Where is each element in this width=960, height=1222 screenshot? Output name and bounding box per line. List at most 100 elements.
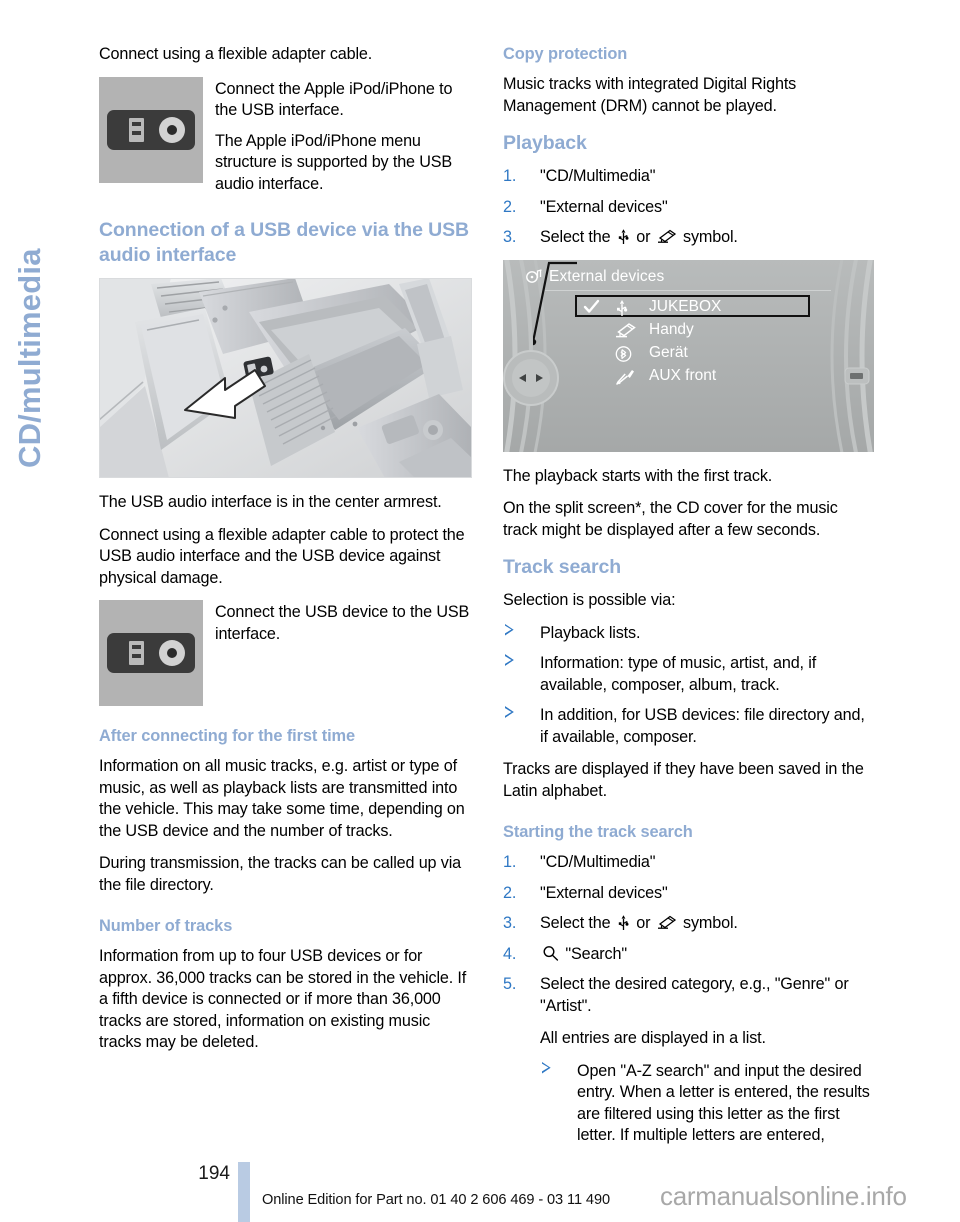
usb-icon: [617, 228, 630, 245]
usb-icon: [617, 914, 630, 931]
playback-step-3: Select the or symbol.: [503, 227, 876, 249]
triangle-bullet-icon: [542, 1062, 551, 1074]
chapter-tab: CD/multimedia: [0, 0, 70, 1222]
bullet-text: Information: type of music, artist, and,…: [540, 654, 817, 694]
heading-track-search: Track search: [503, 556, 622, 578]
para-all-entries: All entries are displayed in a list.: [540, 1029, 766, 1047]
search-step-3: Select the or symbol.: [503, 913, 876, 935]
playback-step-3-mid: or: [636, 228, 651, 246]
search-step-2: "External devices": [503, 883, 876, 905]
search-step-4: "Search": [503, 944, 876, 966]
fig-ipod-line-2: The Apple iPod/iPhone menu structure is …: [215, 131, 453, 193]
list-item: Playback lists.: [503, 623, 876, 645]
para-protect-damage: Connect using a flexible adapter cable t…: [99, 525, 465, 587]
list-item: In addition, for USB devices: file direc…: [503, 705, 876, 748]
para-split-screen: On the split screen*, the CD cover for t…: [503, 499, 838, 539]
watermark: carmanualsonline.info: [660, 1181, 907, 1211]
idrive-device-list: JUKEBOX Handy Gerät AUX front: [579, 297, 811, 389]
figure-usb-text: Connect the USB device to the USB interf…: [215, 600, 472, 654]
idrive-title-rule: [545, 289, 831, 291]
center-armrest-photo: [99, 278, 472, 478]
footer-accent-bar: [238, 1162, 250, 1222]
search-icon: [542, 945, 559, 962]
heading-playback: Playback: [503, 132, 587, 154]
phone-icon: [657, 229, 677, 245]
search-step-1: "CD/Multimedia": [503, 852, 876, 874]
idrive-list-item-aux-front[interactable]: AUX front: [579, 366, 811, 389]
usb-aux-port-illustration: [99, 76, 203, 183]
page-number: 194: [198, 1163, 230, 1184]
triangle-bullet-icon: [505, 706, 514, 718]
search-step-4-text: "Search": [565, 944, 627, 963]
playback-step-1-text: "CD/Multimedia": [540, 167, 656, 185]
search-step-3-mid: or: [636, 914, 651, 932]
left-column: Connect using a flexible adapter cable. …: [99, 44, 472, 1065]
idrive-item-label: JUKEBOX: [649, 297, 722, 315]
para-latin-alphabet: Tracks are displayed if they have been s…: [503, 760, 864, 800]
idrive-list-item-jukebox[interactable]: JUKEBOX: [579, 297, 811, 320]
idrive-external-devices-screen: External devices JUKEBOX Handy Gerät AUX…: [503, 259, 874, 452]
para-first-time-1: Information on all music tracks, e.g. ar…: [99, 757, 465, 840]
footer-edition-text: Online Edition for Part no. 01 40 2 606 …: [262, 1192, 610, 1208]
heading-after-first-connect: After connecting for the first time: [99, 727, 356, 745]
triangle-bullet-icon: [505, 624, 514, 636]
bluetooth-icon: [615, 345, 632, 363]
search-step-1-text: "CD/Multimedia": [540, 853, 656, 871]
playback-steps: "CD/Multimedia" "External devices" Selec…: [503, 166, 876, 249]
heading-connection-usb: Connection of a USB device via the USB a…: [99, 219, 470, 266]
fig-ipod-line-1: Connect the Apple iPod/iPhone to the USB…: [215, 79, 453, 120]
para-selection-possible: Selection is possible via:: [503, 591, 676, 609]
bullet-text: Open "A-Z search" and input the desired …: [577, 1061, 870, 1145]
playback-step-2-text: "External devices": [540, 197, 668, 216]
playback-step-3-post: symbol.: [683, 228, 738, 246]
manual-page: CD/multimedia Connect using a flexible a…: [0, 0, 960, 1222]
bullet-text: Playback lists.: [540, 623, 641, 642]
search-step-3-pre: Select the: [540, 914, 611, 932]
phone-icon: [657, 915, 677, 931]
bullet-text: In addition, for USB devices: file direc…: [540, 706, 865, 746]
aux-jack-icon: [159, 640, 185, 666]
heading-copy-protection: Copy protection: [503, 45, 628, 63]
search-step-3-post: symbol.: [683, 914, 738, 932]
para-copy-protection: Music tracks with integrated Digital Rig…: [503, 75, 797, 115]
heading-number-of-tracks: Number of tracks: [99, 917, 233, 935]
playback-step-2: "External devices": [503, 197, 876, 219]
fig-usb-line-1: Connect the USB device to the USB interf…: [215, 603, 470, 643]
usb-aux-port-illustration: [99, 600, 203, 706]
figure-ipod-connect: Connect the Apple iPod/iPhone to the USB…: [99, 76, 472, 205]
usb-slot-icon: [129, 117, 144, 142]
search-step-5: Select the desired category, e.g., "Genr…: [503, 974, 876, 1017]
idrive-item-label: AUX front: [649, 366, 717, 384]
para-playback-starts: The playback starts with the first track…: [503, 466, 773, 485]
para-number-of-tracks: Information from up to four USB devices …: [99, 947, 467, 1051]
idrive-list-item-handy[interactable]: Handy: [579, 320, 811, 343]
callout-leader-line: [533, 261, 577, 345]
idrive-item-label: Handy: [649, 320, 694, 338]
selection-bullet-list: Playback lists. Information: type of mus…: [503, 623, 876, 749]
list-item: Information: type of music, artist, and,…: [503, 653, 876, 696]
playback-step-3-pre: Select the: [540, 228, 611, 246]
track-search-steps: "CD/Multimedia" "External devices" Selec…: [503, 852, 876, 1017]
check-icon: [583, 298, 600, 315]
search-step-5-text: Select the desired category, e.g., "Genr…: [540, 975, 849, 1015]
idrive-list-item-geraet[interactable]: Gerät: [579, 343, 811, 366]
search-step-2-text: "External devices": [540, 883, 668, 902]
playback-step-1: "CD/Multimedia": [503, 166, 876, 188]
right-column: Copy protection Music tracks with integr…: [503, 44, 876, 1158]
aux-jack-icon: [159, 116, 185, 143]
az-search-bullet-list: Open "A-Z search" and input the desired …: [540, 1061, 876, 1147]
usb-icon: [615, 299, 629, 317]
idrive-item-label: Gerät: [649, 343, 688, 361]
intro-paragraph: Connect using a flexible adapter cable.: [99, 45, 373, 63]
triangle-bullet-icon: [505, 654, 514, 666]
heading-starting-track-search: Starting the track search: [503, 823, 693, 841]
para-armrest-location: The USB audio interface is in the center…: [99, 493, 442, 511]
chapter-tab-label: CD/multimedia: [12, 248, 47, 468]
usb-slot-icon: [129, 641, 144, 665]
figure-ipod-text: Connect the Apple iPod/iPhone to the USB…: [215, 77, 472, 205]
phone-icon: [615, 322, 637, 340]
list-item: Open "A-Z search" and input the desired …: [540, 1061, 876, 1147]
aux-plug-icon: [615, 368, 635, 386]
figure-usb-connect: Connect the USB device to the USB interf…: [99, 600, 472, 706]
para-first-time-2: During transmission, the tracks can be c…: [99, 854, 461, 894]
